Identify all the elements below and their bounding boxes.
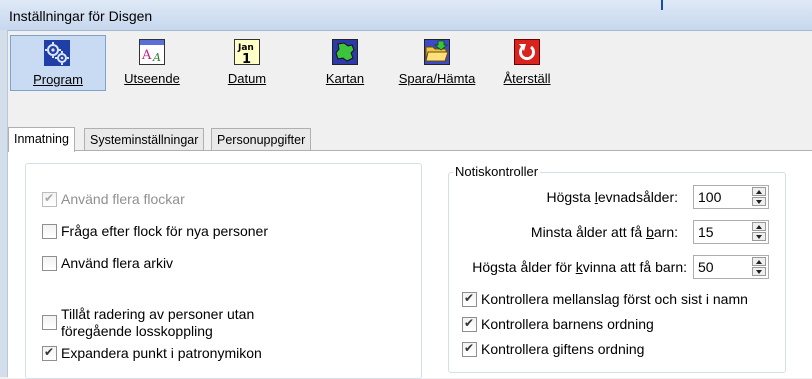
spinner-down-arrow-icon[interactable] (752, 197, 766, 206)
folder-save-icon (424, 39, 450, 65)
checkbox-label: Använd flera arkiv (61, 255, 174, 271)
checkbox-box[interactable] (42, 256, 57, 271)
toolbar: Program A A Utseende Jan 1 Datum Kartan … (8, 31, 812, 94)
tab-inmatning-label: Inmatning (14, 132, 69, 146)
gears-icon (44, 40, 70, 66)
checkbox-label-line1: Tillåt radering av personer utan (61, 306, 255, 322)
checkbox-label-line2: föregående losskoppling (61, 323, 213, 339)
toolbar-spara-hamta-button[interactable]: Spara/Hämta (392, 35, 482, 89)
checkbox-box[interactable] (462, 341, 477, 357)
svg-text:A: A (141, 48, 152, 63)
spinner-label-hogsta-alder-kvinna: Högsta ålder för kvinna att få barn: (472, 259, 687, 275)
checkbox-box[interactable] (42, 224, 57, 239)
hogsta-levnadsalder-spinner[interactable]: 100 (693, 185, 769, 209)
checkbox-label: Kontrollera giftens ordning (481, 341, 645, 357)
toolbar-utseende-button[interactable]: A A Utseende (112, 35, 192, 89)
checkbox-label: Expandera punkt i patronymikon (61, 345, 262, 361)
toolbar-datum-label: Datum (227, 71, 267, 86)
toolbar-datum-button[interactable]: Jan 1 Datum (216, 35, 278, 89)
toolbar-kartan-label: Kartan (325, 71, 365, 86)
svg-text:1: 1 (242, 52, 251, 65)
spinner-up-arrow-icon[interactable] (752, 257, 766, 266)
toolbar-utseende-label: Utseende (124, 71, 180, 86)
tab-personuppgifter-label: Personuppgifter (217, 133, 306, 147)
hogsta-alder-kvinna-spinner[interactable]: 50 (693, 255, 769, 279)
toolbar-aterstall-label: Återställ (503, 71, 551, 86)
calendar-icon: Jan 1 (234, 39, 260, 67)
checkbox-box[interactable] (42, 315, 57, 330)
minsta-alder-spinner[interactable]: 15 (693, 220, 769, 244)
font-appearance-icon: A A (139, 39, 165, 65)
toolbar-program-label: Program (33, 72, 83, 87)
toolbar-kartan-button[interactable]: Kartan (314, 35, 376, 89)
tab-inmatning[interactable]: Inmatning (8, 127, 75, 152)
window-title: Inställningar för Disgen (9, 8, 153, 24)
spinner-label-hogsta-levnadsalder: Högsta levnadsålder: (546, 189, 678, 205)
checkbox-tillat-radering-label: Tillåt radering av personer utan föregåe… (61, 306, 254, 340)
spinner-value: 50 (698, 259, 714, 275)
title-bar-accent (661, 0, 663, 10)
checkbox-box[interactable] (42, 345, 57, 361)
window-left-border (0, 30, 8, 377)
tab-personuppgifter[interactable]: Personuppgifter (211, 128, 312, 151)
notis-group-legend: Notiskontroller (453, 164, 541, 179)
spinner-value: 15 (698, 224, 714, 240)
map-icon (332, 39, 358, 65)
spinner-label-minsta-alder: Minsta ålder att få barn: (530, 224, 678, 240)
spinner-down-arrow-icon[interactable] (752, 267, 766, 276)
svg-text:A: A (152, 51, 161, 64)
toolbar-program-button[interactable]: Program (10, 35, 106, 91)
tab-systeminstallningar-label: Systeminställningar (90, 133, 199, 147)
reset-icon (514, 39, 540, 65)
checkbox-label: Kontrollera mellanslag först och sist i … (481, 291, 748, 307)
spinner-up-arrow-icon[interactable] (752, 187, 766, 196)
checkbox-label: Fråga efter flock för nya personer (61, 223, 268, 239)
checkbox-box[interactable] (42, 191, 57, 207)
checkbox-box[interactable] (462, 291, 477, 307)
spinner-up-arrow-icon[interactable] (752, 222, 766, 231)
tab-systeminstallningar[interactable]: Systeminställningar (84, 128, 205, 151)
title-bar: Inställningar för Disgen (0, 0, 812, 31)
toolbar-aterstall-button[interactable]: Återställ (496, 35, 558, 89)
checkbox-label: Kontrollera barnens ordning (481, 316, 654, 332)
spinner-value: 100 (698, 189, 722, 205)
toolbar-spara-hamta-label: Spara/Hämta (398, 71, 476, 86)
tab-bar: Inmatning Systeminställningar Personuppg… (8, 127, 812, 152)
checkbox-label: Använd flera flockar (61, 191, 185, 207)
checkbox-box[interactable] (462, 316, 477, 332)
spinner-down-arrow-icon[interactable] (752, 232, 766, 241)
